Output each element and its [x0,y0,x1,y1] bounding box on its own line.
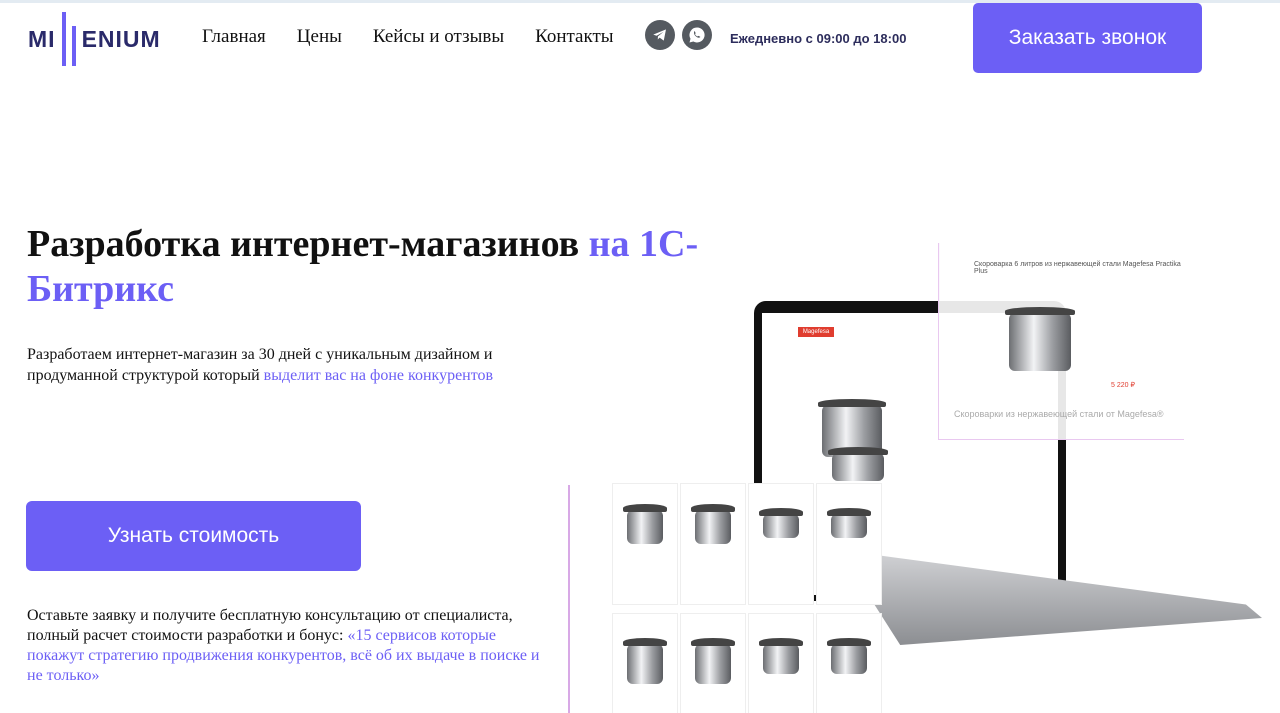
working-hours: Ежедневно с 09:00 до 18:00 [730,31,907,46]
telegram-icon[interactable] [645,20,675,50]
product-price: 5 220 ₽ [1111,382,1135,389]
product-card-overlay: Скороварка 6 литров из нержавеющей стали… [938,243,1184,440]
product-tile [816,613,882,713]
screen-brand: Magefesa [798,327,834,337]
product-tile [748,483,814,605]
logo-text-left: MI [28,25,56,52]
main-nav: Главная Цены Кейсы и отзывы Контакты [202,26,614,48]
title-main: Разработка интернет-магазинов [27,223,589,265]
whatsapp-icon[interactable] [682,20,712,50]
logo[interactable]: MI ENIUM [28,10,193,68]
get-price-button[interactable]: Узнать стоимость [26,501,361,571]
product-tile [748,613,814,713]
pot-image [828,447,888,481]
product-card-title: Скороварка 6 литров из нержавеющей стали… [974,261,1181,275]
hero-note: Оставьте заявку и получите бесплатную ко… [27,606,552,686]
logo-bars-icon [61,12,76,66]
nav-item-prices[interactable]: Цены [297,26,342,48]
nav-item-home[interactable]: Главная [202,26,266,48]
nav-item-contacts[interactable]: Контакты [535,26,613,48]
product-tile [680,613,746,713]
social-links [645,20,712,50]
hero-lead: Разработаем интернет-магазин за 30 дней … [27,344,527,386]
hero-illustration: Magefesa Скороварка 6 литров из нержавею… [560,235,1280,713]
logo-text-right: ENIUM [81,25,161,52]
product-tile [680,483,746,605]
product-tile [612,613,678,713]
product-tile [816,483,882,605]
decor-line [568,485,570,713]
nav-item-cases[interactable]: Кейсы и отзывы [373,26,504,48]
pot-image [1005,307,1075,371]
order-call-button[interactable]: Заказать звонок [973,3,1202,73]
product-tile [612,483,678,605]
product-card-text: Скороварки из нержавеющей стали от Magef… [954,409,1164,419]
lead-accent: выделит вас на фоне конкурентов [263,367,494,384]
